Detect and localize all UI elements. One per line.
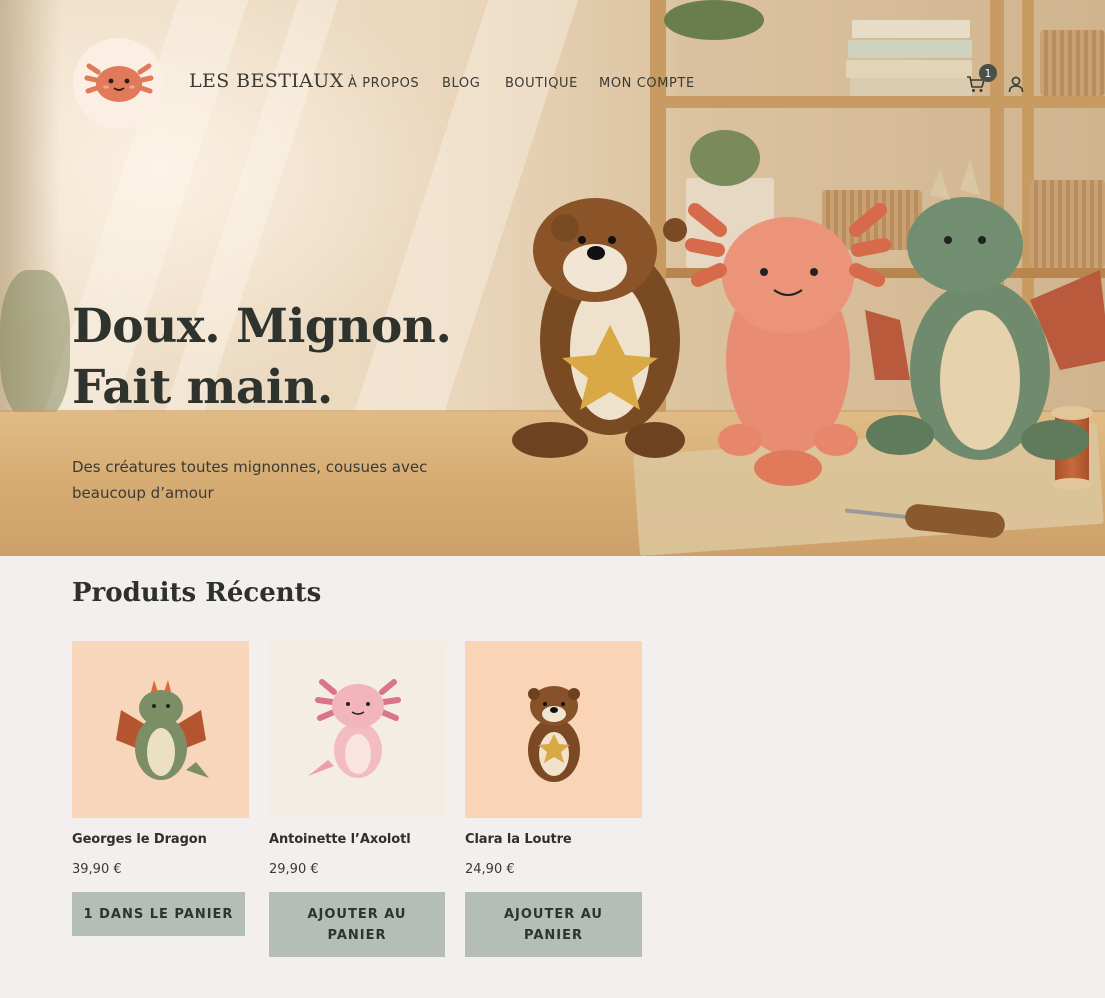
axolotl-plush xyxy=(685,203,891,486)
hero-headline-line-2: Fait main. xyxy=(72,360,333,415)
folded-fabric xyxy=(852,20,970,38)
otter-plush xyxy=(512,198,687,458)
account-button[interactable] xyxy=(1004,72,1028,96)
dragon-plush xyxy=(865,160,1105,460)
product-card: Antoinette l’Axolotl 29,90 € xyxy=(269,641,446,877)
axolotl-plush-image xyxy=(307,678,401,778)
product-name[interactable]: Clara la Loutre xyxy=(465,832,642,847)
product-image-axolotl[interactable] xyxy=(269,641,446,818)
add-to-cart-button[interactable]: AJOUTER AU PANIER xyxy=(465,892,642,957)
nav-item-blog[interactable]: BLOG xyxy=(442,76,480,91)
product-price: 29,90 € xyxy=(269,862,319,877)
otter-plush-image xyxy=(527,685,580,782)
basket xyxy=(1040,30,1105,96)
plush-toys-illustration xyxy=(512,160,1105,486)
section-title: Produits Récents xyxy=(72,578,322,608)
axolotl-logo-icon xyxy=(84,63,153,102)
dragon-plush-image xyxy=(115,679,209,780)
product-price: 39,90 € xyxy=(72,862,122,877)
nav-item-a-propos[interactable]: À PROPOS xyxy=(348,76,419,91)
product-price: 24,90 € xyxy=(465,862,515,877)
hero-headline-line-1: Doux. Mignon. xyxy=(72,299,452,354)
cart-count-badge: 1 xyxy=(979,64,997,82)
brand-name[interactable]: LES BESTIAUX xyxy=(189,70,344,92)
product-name[interactable]: Antoinette l’Axolotl xyxy=(269,832,446,847)
logo[interactable] xyxy=(73,38,164,129)
nav-item-mon-compte[interactable]: MON COMPTE xyxy=(599,76,695,91)
product-image-dragon[interactable] xyxy=(72,641,249,818)
product-card: Georges le Dragon 39,90 € xyxy=(72,641,249,877)
nav-item-boutique[interactable]: BOUTIQUE xyxy=(505,76,578,91)
add-to-cart-button[interactable]: AJOUTER AU PANIER xyxy=(269,892,445,957)
user-icon xyxy=(1008,76,1024,93)
product-name[interactable]: Georges le Dragon xyxy=(72,832,249,847)
product-card: Clara la Loutre 24,90 € xyxy=(465,641,642,877)
in-cart-button[interactable]: 1 DANS LE PANIER xyxy=(72,892,245,936)
plant xyxy=(664,0,764,40)
folded-fabric xyxy=(848,40,972,58)
shelf-board xyxy=(666,96,1105,108)
product-image-otter[interactable] xyxy=(465,641,642,818)
folded-fabric xyxy=(846,60,972,78)
folded-fabric xyxy=(850,78,972,96)
hero-tagline: Des créatures toutes mignonnes, cousues … xyxy=(72,458,428,502)
hero-headline: Doux. Mignon. Fait main. xyxy=(72,296,452,418)
plant xyxy=(0,270,70,420)
